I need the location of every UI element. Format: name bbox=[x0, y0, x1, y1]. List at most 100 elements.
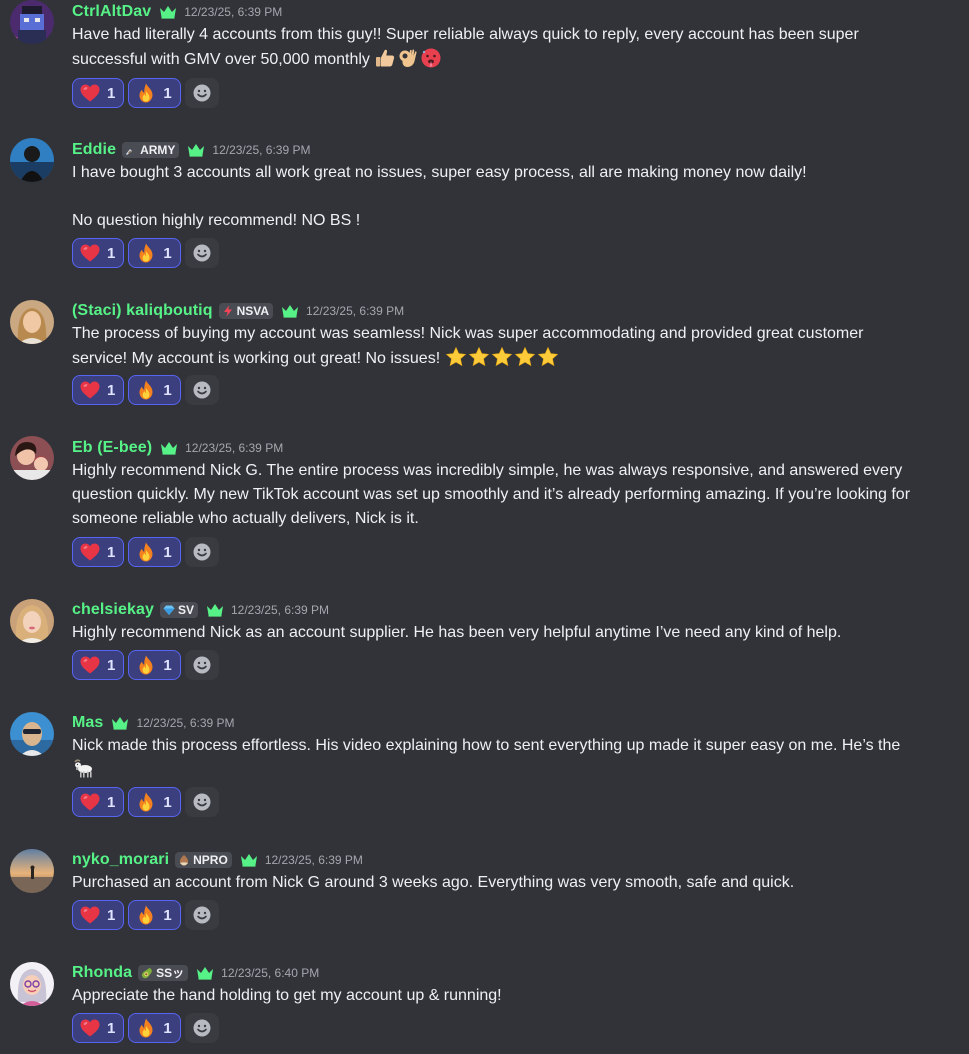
diamond-icon bbox=[163, 604, 175, 616]
reaction-bar: 1 1 bbox=[72, 374, 219, 406]
reaction-fire[interactable]: 1 bbox=[128, 238, 181, 268]
username[interactable]: Eddie bbox=[72, 141, 116, 159]
reaction-count: 1 bbox=[163, 84, 172, 102]
reaction-heart[interactable]: 1 bbox=[72, 375, 125, 405]
reaction-bar: 1 1 bbox=[72, 1012, 219, 1044]
reaction-count: 1 bbox=[163, 1019, 172, 1037]
username[interactable]: Eb (E-bee) bbox=[72, 439, 152, 457]
username[interactable]: CtrlAltDav bbox=[72, 3, 151, 21]
reaction-heart[interactable]: 1 bbox=[72, 537, 125, 567]
message-line: service! My account is working out great… bbox=[72, 346, 957, 371]
heart-emoji bbox=[79, 242, 101, 264]
server-tag[interactable]: ARMY bbox=[122, 142, 180, 158]
chestnut-icon bbox=[178, 854, 190, 866]
reaction-count: 1 bbox=[107, 906, 116, 924]
message-line: The process of buying my account was sea… bbox=[72, 325, 864, 342]
server-tag[interactable]: SSッ bbox=[138, 965, 189, 981]
dagger-icon bbox=[125, 144, 137, 156]
reaction-bar: 1 1 bbox=[72, 786, 219, 818]
server-tag[interactable]: SV bbox=[159, 602, 198, 618]
reaction-count: 1 bbox=[163, 381, 172, 399]
smile-icon bbox=[192, 243, 212, 263]
add-reaction-button[interactable] bbox=[184, 787, 219, 817]
username[interactable]: chelsiekay bbox=[72, 601, 154, 619]
reaction-heart[interactable]: 1 bbox=[72, 78, 125, 108]
fire-emoji bbox=[135, 904, 157, 926]
add-reaction-button[interactable] bbox=[184, 1013, 219, 1043]
add-reaction-button[interactable] bbox=[184, 238, 219, 268]
tag-label: NSVA bbox=[236, 304, 270, 318]
crown-icon bbox=[159, 5, 177, 19]
add-reaction-button[interactable] bbox=[184, 375, 219, 405]
message-line: Nick made this process effortless. His v… bbox=[72, 737, 901, 754]
heart-emoji bbox=[79, 379, 101, 401]
tag-label: SSッ bbox=[156, 966, 185, 980]
timestamp[interactable]: 12/23/25, 6:39 PM bbox=[306, 304, 404, 318]
avatar[interactable] bbox=[10, 138, 54, 182]
smile-icon bbox=[192, 792, 212, 812]
reaction-heart[interactable]: 1 bbox=[72, 1013, 125, 1043]
add-reaction-button[interactable] bbox=[184, 900, 219, 930]
timestamp[interactable]: 12/23/25, 6:39 PM bbox=[265, 853, 363, 867]
message-list: CtrlAltDav 12/23/25, 6:39 PM Have had li… bbox=[0, 0, 969, 1054]
message-line: I have bought 3 accounts all work great … bbox=[72, 164, 807, 181]
timestamp[interactable]: 12/23/25, 6:39 PM bbox=[185, 441, 283, 455]
username[interactable]: Rhonda bbox=[72, 964, 132, 982]
reaction-fire[interactable]: 1 bbox=[128, 787, 181, 817]
server-tag[interactable]: NSVA bbox=[218, 303, 274, 319]
reaction-fire[interactable]: 1 bbox=[128, 1013, 181, 1043]
avatar[interactable] bbox=[10, 849, 54, 893]
timestamp[interactable]: 12/23/25, 6:39 PM bbox=[212, 143, 310, 157]
add-reaction-button[interactable] bbox=[184, 78, 219, 108]
reaction-heart[interactable]: 1 bbox=[72, 650, 125, 680]
message-content: Highly recommend Nick G. The entire proc… bbox=[72, 459, 957, 531]
lightning-icon bbox=[222, 305, 234, 317]
reaction-fire[interactable]: 1 bbox=[128, 537, 181, 567]
heart-emoji bbox=[79, 541, 101, 563]
smile-icon bbox=[192, 1018, 212, 1038]
fire-emoji bbox=[135, 654, 157, 676]
timestamp[interactable]: 12/23/25, 6:39 PM bbox=[184, 5, 282, 19]
add-reaction-button[interactable] bbox=[184, 537, 219, 567]
add-reaction-button[interactable] bbox=[184, 650, 219, 680]
message-content: Purchased an account from Nick G around … bbox=[72, 871, 957, 895]
message-line-text: service! My account is working out great… bbox=[72, 350, 441, 367]
avatar[interactable] bbox=[10, 300, 54, 344]
message-line: successful with GMV over 50,000 monthly bbox=[72, 47, 957, 72]
hot-face-emoji bbox=[420, 47, 442, 69]
reaction-fire[interactable]: 1 bbox=[128, 78, 181, 108]
star-emoji bbox=[445, 346, 467, 368]
reaction-count: 1 bbox=[163, 656, 172, 674]
reaction-heart[interactable]: 1 bbox=[72, 787, 125, 817]
avatar[interactable] bbox=[10, 962, 54, 1006]
reaction-count: 1 bbox=[107, 793, 116, 811]
goat-emoji bbox=[72, 758, 94, 780]
reaction-count: 1 bbox=[107, 381, 116, 399]
timestamp[interactable]: 12/23/25, 6:39 PM bbox=[136, 716, 234, 730]
username[interactable]: nyko_morari bbox=[72, 851, 169, 869]
reaction-fire[interactable]: 1 bbox=[128, 375, 181, 405]
timestamp[interactable]: 12/23/25, 6:40 PM bbox=[221, 966, 319, 980]
avatar[interactable] bbox=[10, 0, 54, 44]
reaction-heart[interactable]: 1 bbox=[72, 238, 125, 268]
heart-emoji bbox=[79, 904, 101, 926]
message-line-text: successful with GMV over 50,000 monthly bbox=[72, 51, 370, 68]
reaction-heart[interactable]: 1 bbox=[72, 900, 125, 930]
username[interactable]: Mas bbox=[72, 714, 103, 732]
avatar[interactable] bbox=[10, 436, 54, 480]
username[interactable]: (Staci) kaliqboutiq bbox=[72, 302, 213, 320]
heart-emoji bbox=[79, 1017, 101, 1039]
server-tag[interactable]: NPRO bbox=[175, 852, 232, 868]
reaction-fire[interactable]: 1 bbox=[128, 650, 181, 680]
avatar[interactable] bbox=[10, 599, 54, 643]
message-line: question quickly. My new TikTok account … bbox=[72, 486, 911, 503]
timestamp[interactable]: 12/23/25, 6:39 PM bbox=[231, 603, 329, 617]
fire-emoji bbox=[135, 1017, 157, 1039]
star-emoji bbox=[514, 346, 536, 368]
avatar[interactable] bbox=[10, 712, 54, 756]
star-emoji bbox=[537, 346, 559, 368]
smile-icon bbox=[192, 905, 212, 925]
fire-emoji bbox=[135, 242, 157, 264]
reaction-count: 1 bbox=[163, 543, 172, 561]
reaction-fire[interactable]: 1 bbox=[128, 900, 181, 930]
